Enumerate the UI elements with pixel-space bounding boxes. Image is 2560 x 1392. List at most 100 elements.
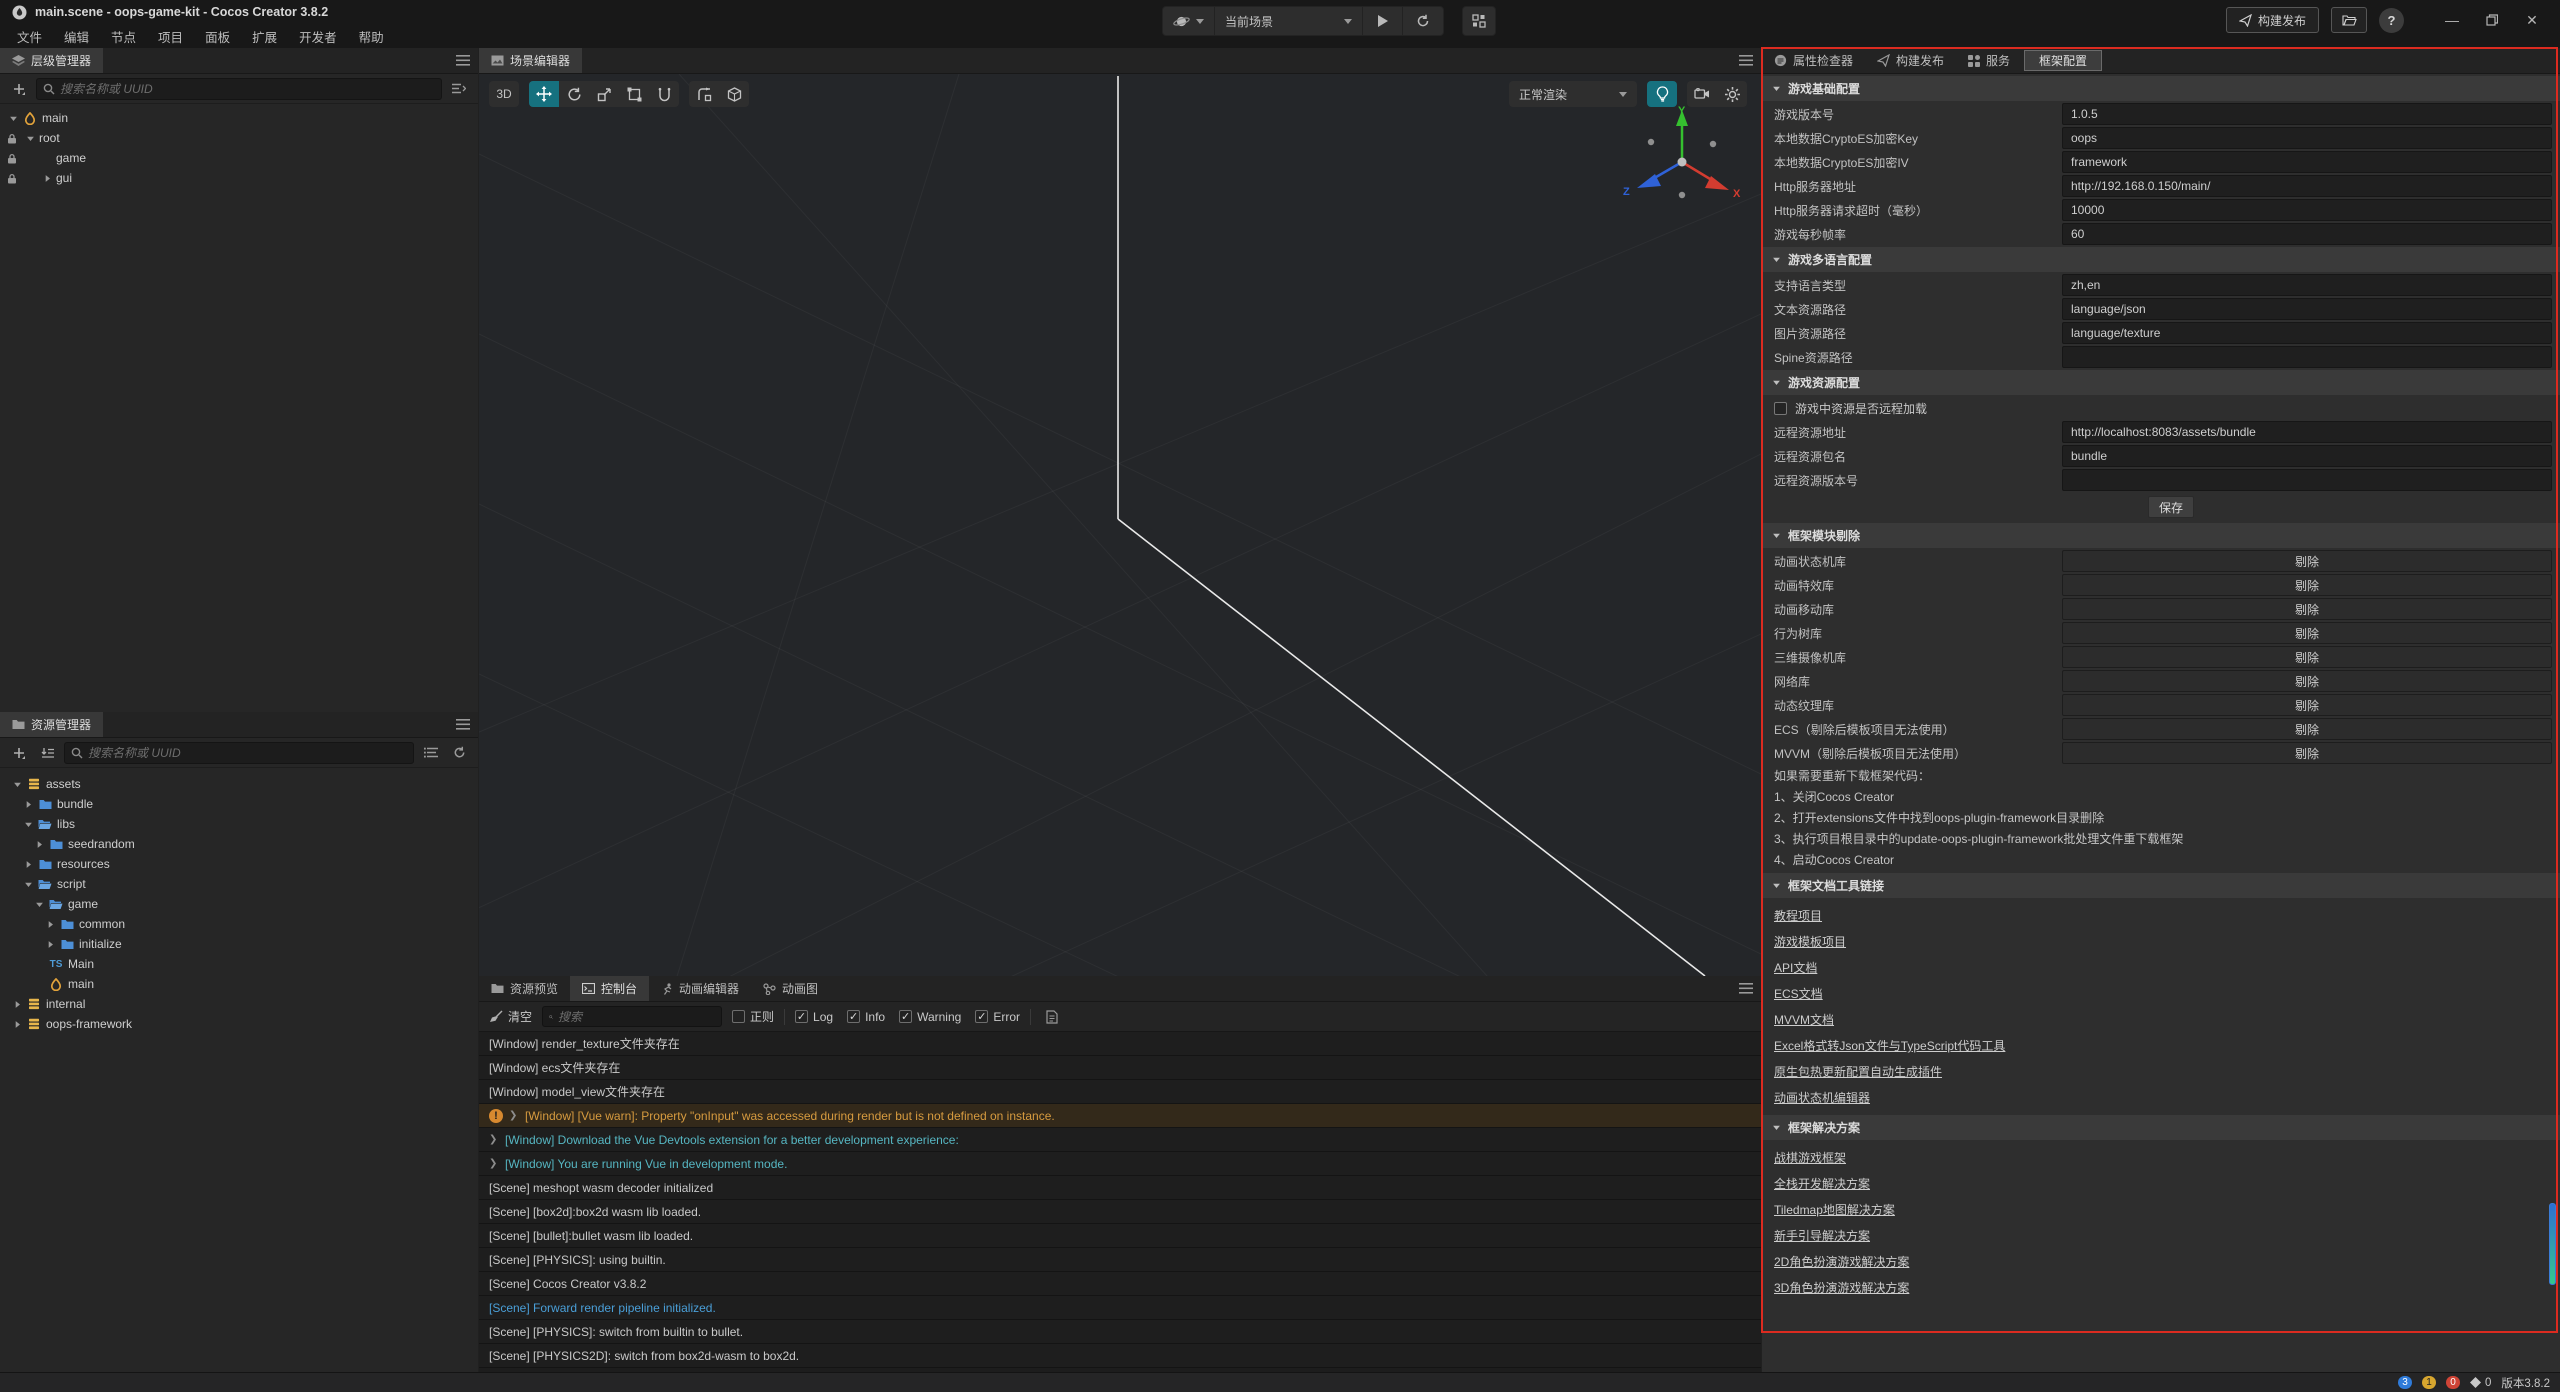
- assets-filter-icon[interactable]: [420, 742, 442, 764]
- status-error-count[interactable]: 0: [2446, 1376, 2460, 1389]
- section-header[interactable]: 框架模块剔除: [1762, 523, 2560, 548]
- remove-button[interactable]: 剔除: [2295, 553, 2319, 570]
- rect-tool-button[interactable]: [619, 81, 649, 107]
- minimize-button[interactable]: —: [2438, 12, 2466, 28]
- menu-item-3[interactable]: 项目: [147, 27, 194, 46]
- log-row[interactable]: [Scene] [box2d]:box2d wasm lib loaded.: [479, 1200, 1761, 1224]
- tab-console-3[interactable]: 动画图: [751, 976, 830, 1001]
- chevron-down-icon[interactable]: [8, 114, 19, 123]
- hierarchy-search-input[interactable]: [60, 82, 435, 96]
- help-button[interactable]: ?: [2379, 8, 2404, 33]
- chevron-right-icon[interactable]: [12, 1020, 23, 1029]
- hierarchy-search[interactable]: [36, 78, 442, 100]
- log-row[interactable]: [Window] render_texture文件夹存在: [479, 1032, 1761, 1056]
- field-input[interactable]: [2062, 274, 2552, 296]
- doc-link[interactable]: 教程项目: [1774, 907, 1822, 924]
- remove-button[interactable]: 剔除: [2295, 673, 2319, 690]
- play-button[interactable]: [1363, 7, 1403, 35]
- field-input[interactable]: [2062, 421, 2552, 443]
- asset-node[interactable]: seedrandom: [0, 834, 478, 854]
- tab-services[interactable]: 服务: [1956, 48, 2022, 73]
- console-log-list[interactable]: [Window] render_texture文件夹存在[Window] ecs…: [479, 1032, 1761, 1372]
- chevron-right-icon[interactable]: [12, 1000, 23, 1009]
- filter-warning[interactable]: ✓Warning: [899, 1010, 961, 1024]
- asset-node[interactable]: common: [0, 914, 478, 934]
- tab-assets[interactable]: 资源管理器: [0, 712, 103, 737]
- log-row[interactable]: [Scene] Forward render pipeline initiali…: [479, 1296, 1761, 1320]
- assets-search[interactable]: [64, 742, 414, 764]
- field-input[interactable]: [2062, 346, 2552, 368]
- solution-link[interactable]: 2D角色扮演游戏解决方案: [1774, 1253, 1909, 1270]
- solution-link[interactable]: Tiledmap地图解决方案: [1774, 1201, 1895, 1218]
- filter-info[interactable]: ✓Info: [847, 1010, 885, 1024]
- tab-hierarchy[interactable]: 层级管理器: [0, 48, 103, 73]
- render-mode-select[interactable]: 正常渲染: [1509, 81, 1637, 107]
- asset-node[interactable]: internal: [0, 994, 478, 1014]
- create-node-button[interactable]: [8, 78, 30, 100]
- section-header[interactable]: 框架文档工具链接: [1762, 873, 2560, 898]
- chevron-down-icon[interactable]: [23, 820, 34, 829]
- console-clear-button[interactable]: 清空: [489, 1008, 532, 1025]
- menu-item-4[interactable]: 面板: [194, 27, 241, 46]
- remove-button[interactable]: 剔除: [2295, 625, 2319, 642]
- hierarchy-node[interactable]: root: [0, 128, 478, 148]
- solution-link[interactable]: 全栈开发解决方案: [1774, 1175, 1870, 1192]
- remove-button[interactable]: 剔除: [2295, 649, 2319, 666]
- log-file-icon[interactable]: [1041, 1006, 1063, 1028]
- field-input[interactable]: [2062, 322, 2552, 344]
- doc-link[interactable]: Excel格式转Json文件与TypeScript代码工具: [1774, 1037, 2005, 1054]
- assets-search-input[interactable]: [88, 746, 407, 760]
- remove-button[interactable]: 剔除: [2295, 577, 2319, 594]
- scene-viewport[interactable]: Y X Z: [479, 74, 1761, 976]
- status-build-count[interactable]: 0: [2470, 1377, 2491, 1389]
- hierarchy-filter-icon[interactable]: [448, 78, 470, 100]
- chevron-right-icon[interactable]: ❯: [509, 1110, 519, 1121]
- section-header[interactable]: 框架解决方案: [1762, 1115, 2560, 1140]
- inspector-scrollbar-thumb[interactable]: [2549, 1203, 2556, 1285]
- log-row[interactable]: ❯[Window] You are running Vue in develop…: [479, 1152, 1761, 1176]
- section-header[interactable]: 游戏基础配置: [1762, 76, 2560, 101]
- status-warning-count[interactable]: 1: [2422, 1376, 2436, 1389]
- chevron-right-icon[interactable]: [45, 920, 56, 929]
- asset-node[interactable]: script: [0, 874, 478, 894]
- chevron-right-icon[interactable]: [45, 940, 56, 949]
- lighting-toggle-button[interactable]: [1647, 81, 1677, 107]
- field-input[interactable]: [2062, 175, 2552, 197]
- field-input[interactable]: [2062, 469, 2552, 491]
- console-search[interactable]: [542, 1006, 722, 1027]
- doc-link[interactable]: 动画状态机编辑器: [1774, 1089, 1870, 1106]
- scene-select[interactable]: 当前场景: [1215, 7, 1363, 35]
- remove-button[interactable]: 剔除: [2295, 721, 2319, 738]
- solution-link[interactable]: 战棋游戏框架: [1774, 1149, 1846, 1166]
- menu-item-1[interactable]: 编辑: [53, 27, 100, 46]
- log-row[interactable]: [Scene] [bullet]:bullet wasm lib loaded.: [479, 1224, 1761, 1248]
- tab-console-0[interactable]: 资源预览: [479, 976, 570, 1001]
- doc-link[interactable]: MVVM文档: [1774, 1011, 1834, 1028]
- chevron-right-icon[interactable]: ❯: [489, 1134, 499, 1145]
- doc-link[interactable]: ECS文档: [1774, 985, 1823, 1002]
- build-publish-button[interactable]: 构建发布: [2226, 7, 2319, 33]
- doc-link[interactable]: 游戏模板项目: [1774, 933, 1846, 950]
- restart-button[interactable]: [1403, 7, 1443, 35]
- asset-node[interactable]: main: [0, 974, 478, 994]
- scene-menu-icon[interactable]: [1739, 55, 1753, 66]
- scene-settings-button[interactable]: [1717, 81, 1747, 107]
- transform-2d-tool-button[interactable]: [649, 81, 679, 107]
- chevron-down-icon[interactable]: [25, 134, 36, 143]
- menu-item-2[interactable]: 节点: [100, 27, 147, 46]
- snap-tool-button[interactable]: [689, 81, 719, 107]
- mode-3d-button[interactable]: 3D: [489, 81, 519, 107]
- checkbox-unchecked-icon[interactable]: [1774, 402, 1787, 415]
- field-input[interactable]: [2062, 151, 2552, 173]
- field-input[interactable]: [2062, 103, 2552, 125]
- chevron-down-icon[interactable]: [23, 880, 34, 889]
- hierarchy-node[interactable]: main: [0, 108, 478, 128]
- save-button[interactable]: 保存: [2148, 496, 2194, 518]
- asset-node[interactable]: assets: [0, 774, 478, 794]
- asset-node[interactable]: initialize: [0, 934, 478, 954]
- remove-button[interactable]: 剔除: [2295, 697, 2319, 714]
- field-input[interactable]: [2062, 223, 2552, 245]
- assets-menu-icon[interactable]: [456, 719, 470, 730]
- log-row[interactable]: [Window] ecs文件夹存在: [479, 1056, 1761, 1080]
- tab-scene[interactable]: 场景编辑器: [479, 48, 582, 73]
